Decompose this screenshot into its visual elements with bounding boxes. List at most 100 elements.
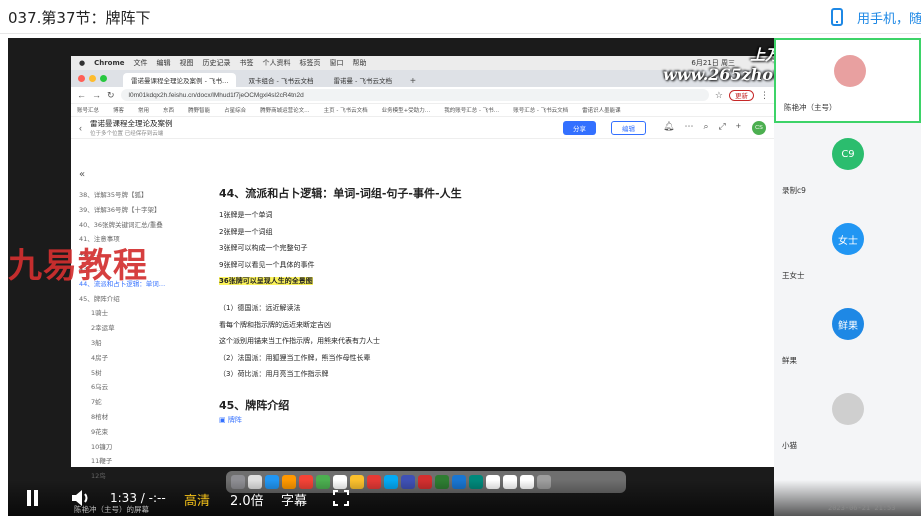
pause-icon[interactable]	[26, 490, 40, 506]
outline-item[interactable]: 38、详解35号牌【狐】	[79, 188, 189, 203]
phone-link[interactable]: 用手机，随时	[831, 0, 921, 34]
bookmark[interactable]: 雷诺识人墨能课	[582, 106, 621, 114]
menu-item: 个人资料	[262, 59, 291, 67]
window-controls	[78, 75, 107, 82]
paragraph: 1张牌是一个单词	[219, 211, 273, 219]
menu-item: 窗口	[329, 59, 344, 67]
subtitle-button[interactable]: 字幕	[281, 490, 307, 509]
avatar	[832, 393, 864, 425]
browser-tab[interactable]: 双卡组合 - 飞书云文档	[240, 73, 321, 87]
doc-outline: « 38、详解35号牌【狐】 39、详解36号牌【十字架】 40、36张牌关键词汇总…	[79, 169, 189, 484]
bookmark[interactable]: 账号汇总	[77, 106, 99, 114]
screen-caption: 陈艳冲（主号）的屏幕	[74, 505, 149, 514]
zoom-dot[interactable]	[100, 75, 107, 82]
speed-button[interactable]: 2.0倍	[230, 490, 264, 509]
avatar: C9	[832, 138, 864, 170]
bell-icon[interactable]: 🔔︎	[663, 121, 674, 132]
outline-item[interactable]: 8棺材	[79, 410, 189, 425]
paragraph: 2张牌是一个词组	[219, 227, 273, 236]
update-button[interactable]: 更新	[729, 89, 754, 101]
phone-icon	[831, 8, 843, 26]
paragraph: 9张牌可以看见一个具体的事件	[219, 260, 315, 269]
outline-item[interactable]: 11鞭子	[79, 454, 189, 469]
outline-item[interactable]: 40、36张牌关键词汇总/重叠	[79, 218, 189, 233]
bookmark[interactable]: 东西	[163, 106, 174, 114]
avatar	[834, 55, 866, 87]
bookmark[interactable]: 业务模型+受助力…	[382, 106, 431, 114]
outline-item[interactable]: 10镰刀	[79, 440, 189, 455]
bookmark[interactable]: 我的账号汇总 - 飞书…	[444, 106, 499, 114]
paragraph: 看每个牌和指示牌的远近来断定吉凶	[219, 320, 331, 329]
browser-tab[interactable]: 雷诺曼课程全理论及案例 - 飞书…	[123, 73, 237, 87]
fullscreen-icon[interactable]	[333, 490, 349, 506]
bookmark[interactable]: 腾野商城运营论文…	[260, 106, 310, 114]
brand-watermark: 九易教程	[8, 246, 148, 286]
star-icon[interactable]: ☆	[715, 90, 723, 101]
attendee-card[interactable]: C9 录制c9	[774, 123, 921, 208]
quality-button[interactable]: 高清	[184, 490, 210, 509]
add-icon[interactable]: +	[736, 121, 741, 132]
edit-button[interactable]: 编辑	[611, 121, 646, 135]
close-dot[interactable]	[78, 75, 85, 82]
menu-item: 帮助	[352, 59, 367, 67]
attendee-name: 小猫	[782, 441, 797, 450]
outline-item[interactable]: 6乌云	[79, 380, 189, 395]
more-icon[interactable]: ⋮	[760, 90, 769, 101]
forward-icon[interactable]: →	[92, 90, 101, 100]
menu-item: 历史记录	[202, 59, 231, 67]
minimize-dot[interactable]	[89, 75, 96, 82]
paragraph: （1）德国派：远近解读法	[219, 303, 301, 312]
paragraph: （3）荷比派：用月亮当工作指示牌	[219, 370, 329, 379]
menu-item: 文件	[133, 59, 148, 67]
phone-link-label: 用手机，随时	[857, 11, 921, 27]
linked-doc-label: 牌阵	[227, 415, 242, 424]
bookmark[interactable]: 主页 - 飞书云文档	[324, 106, 368, 114]
browser-window: 雷诺曼课程全理论及案例 - 飞书… 双卡组合 - 飞书云文档 雷诺曼 - 飞书云…	[71, 70, 775, 480]
bookmarks-bar: 账号汇总 博客 常用 东西 腾野智能 占星综合 腾野商城运营论文… 主页 - 飞…	[71, 104, 775, 117]
reload-icon[interactable]: ↻	[107, 90, 115, 101]
video-player[interactable]: ● Chrome 文件 编辑 视图 历史记录 书签 个人资料 标签页 窗口 帮助…	[8, 38, 921, 516]
doc-title: 雷诺曼课程全理论及案例	[90, 119, 173, 128]
back-icon[interactable]: ←	[77, 90, 86, 100]
paragraph: （2）法国派：用狐狸当工作牌，熊当作母性长辈	[219, 353, 371, 362]
page-title: 037.第37节：牌阵下	[8, 9, 151, 27]
linked-doc[interactable]: ▣ 牌阵	[219, 415, 699, 425]
outline-item[interactable]: 9花束	[79, 425, 189, 440]
outline-item[interactable]: 39、详解36号牌【十字架】	[79, 203, 189, 218]
bookmark[interactable]: 博客	[113, 106, 124, 114]
search-icon[interactable]: ⌕	[703, 121, 708, 132]
attendee-card[interactable]: 女士 王女士	[774, 208, 921, 293]
outline-item[interactable]: 5树	[79, 366, 189, 381]
more-icon[interactable]: ⋯	[684, 121, 693, 132]
outline-item[interactable]: 1骑士	[79, 306, 189, 321]
menu-item: Chrome	[94, 59, 125, 67]
outline-item[interactable]: 4房子	[79, 351, 189, 366]
back-chevron-icon[interactable]: ‹	[79, 123, 82, 133]
address-bar-row: ← → ↻ l0m01kdqx2h.feishu.cn/docx/lMhud1f…	[71, 87, 775, 104]
menu-item: 书签	[239, 59, 254, 67]
attendee-name: 陈艳冲（主号）	[784, 103, 837, 112]
outline-item[interactable]: 2幸运草	[79, 321, 189, 336]
attendee-card[interactable]: 小猫	[774, 378, 921, 463]
attendee-card[interactable]: 鲜果 鲜果	[774, 293, 921, 378]
bookmark[interactable]: 账号汇总 - 飞书云文档	[513, 106, 568, 114]
timestamp: 2023-06-21 21:53	[828, 504, 896, 512]
share-button[interactable]: 分享	[563, 121, 596, 135]
attendee-card[interactable]: 陈艳冲（主号）	[774, 38, 921, 123]
apple-icon: ●	[79, 59, 86, 67]
collapse-outline-icon[interactable]: «	[79, 169, 189, 180]
heading-45: 45、牌阵介绍	[219, 398, 290, 412]
url-input[interactable]: l0m01kdqx2h.feishu.cn/docx/lMhud1f7jeOCM…	[120, 89, 709, 101]
fullscreen-icon[interactable]: ⤢	[718, 121, 725, 132]
outline-item[interactable]: 7蛇	[79, 395, 189, 410]
avatar[interactable]: CS	[752, 121, 766, 135]
bookmark[interactable]: 占星综合	[224, 106, 246, 114]
bookmark[interactable]: 腾野智能	[188, 106, 210, 114]
new-tab-icon[interactable]: +	[404, 76, 422, 87]
paragraph: 这个派别用锚来当工作指示牌，用熊来代表有力人士	[219, 337, 380, 346]
browser-tab[interactable]: 雷诺曼 - 飞书云文档	[325, 73, 399, 87]
bookmark[interactable]: 常用	[138, 106, 149, 114]
outline-item[interactable]: 45、牌阵介绍	[79, 292, 189, 307]
outline-item[interactable]: 3船	[79, 336, 189, 351]
avatar: 女士	[832, 223, 864, 255]
